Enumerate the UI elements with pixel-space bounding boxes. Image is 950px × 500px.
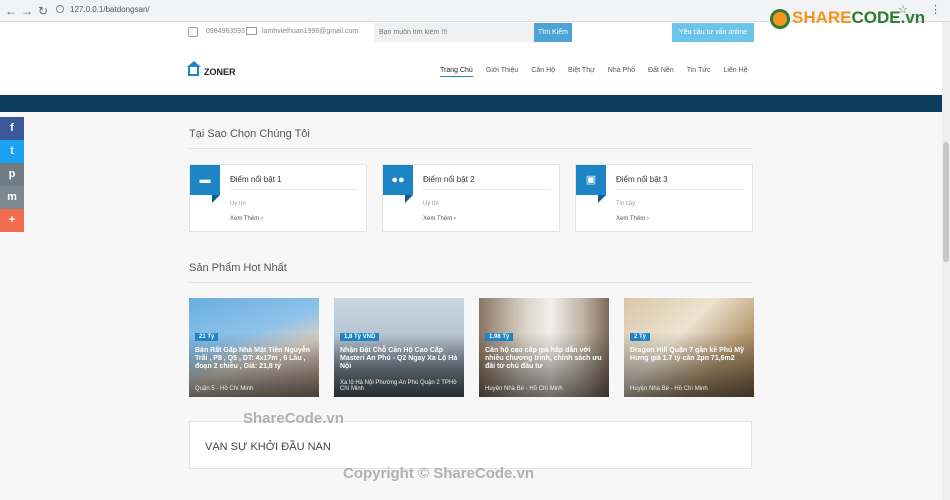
feature-description: Tin cậy	[616, 201, 636, 207]
product-title[interactable]: Bán Rất Gấp Nhà Mặt Tiền Nguyễn Trãi , P…	[195, 347, 315, 371]
menu-item-apartments[interactable]: Căn Hộ	[531, 67, 555, 77]
feature-more-link[interactable]: Xem Thêm ›	[616, 216, 649, 222]
chevron-right-icon: ›	[646, 216, 649, 222]
scrollbar-thumb[interactable]	[943, 142, 949, 262]
sharecode-logo-icon	[770, 9, 790, 29]
price-badge: 1.98 Tỷ	[485, 333, 514, 341]
feature-title: Điểm nổi bật 2	[423, 175, 475, 184]
feature-card: ▣ Điểm nổi bật 3 Tin cậy Xem Thêm ›	[575, 164, 753, 232]
money-icon: ▣	[576, 165, 606, 203]
product-title[interactable]: Căn hộ cao cấp giá hấp dẫn với nhiều chư…	[485, 347, 605, 371]
sharecode-watermark-logo: SHARECODE.vn	[792, 8, 925, 28]
page: 0984963593 lamhviethuan1996@gmail.com Tì…	[0, 22, 950, 500]
product-card[interactable]: 1.98 Tỷ Căn hộ cao cấp giá hấp dẫn với n…	[479, 298, 609, 397]
forward-icon[interactable]: →	[20, 4, 34, 18]
feature-more-link[interactable]: Xem Thêm ›	[423, 216, 456, 222]
divider	[189, 148, 752, 149]
main-menu: Trang Chủ Giới Thiệu Căn Hộ Biệt Thự Nhà…	[440, 67, 761, 77]
menu-item-home[interactable]: Trang Chủ	[440, 67, 473, 77]
feature-title: Điểm nổi bật 1	[230, 175, 282, 184]
product-card[interactable]: 2 Tỷ Dragon Hill Quận 7 gần kề Phú Mỹ Hư…	[624, 298, 754, 397]
chevron-right-icon: ›	[260, 216, 263, 222]
feature-more-label: Xem Thêm	[230, 216, 260, 222]
search-button[interactable]: Tìm Kiếm	[534, 23, 572, 42]
envelope-icon	[246, 27, 257, 35]
back-icon[interactable]: ←	[4, 4, 18, 18]
feature-description: Uy tín	[423, 201, 439, 207]
menu-item-contact[interactable]: Liên Hệ	[723, 67, 747, 77]
divider	[230, 189, 358, 190]
menu-item-villas[interactable]: Biệt Thự	[568, 67, 595, 77]
menu-item-news[interactable]: Tin Tức	[687, 67, 711, 77]
watermark-logo-part: CODE.vn	[851, 8, 926, 27]
menu-item-townhouses[interactable]: Nhà Phố	[608, 67, 635, 77]
watermark-logo-part: SHARE	[792, 8, 852, 27]
product-title[interactable]: Dragon Hill Quận 7 gần kề Phú Mỹ Hưng gi…	[630, 347, 750, 363]
feature-card: ▬ Điểm nổi bật 1 Uy tín Xem Thêm ›	[189, 164, 367, 232]
why-choose-title: Tại Sao Chọn Chúng Tôi	[189, 128, 310, 140]
address-bar[interactable]: 127.0.0.1/batdongsan/	[70, 5, 150, 14]
start-section: VẠN SỰ KHỞI ĐẦU NAN	[189, 421, 752, 469]
price-badge: 21 Tỷ	[195, 333, 219, 341]
reload-icon[interactable]: ↻	[36, 4, 50, 18]
sharecode-watermark: ShareCode.vn	[243, 410, 344, 427]
more-share-icon[interactable]: +	[0, 209, 24, 232]
copyright-watermark: Copyright © ShareCode.vn	[343, 465, 535, 482]
email-address: lamhviethuan1996@gmail.com	[262, 28, 359, 35]
facebook-share-icon[interactable]: f	[0, 117, 24, 140]
product-location: Quận 5 - Hồ Chí Minh	[195, 386, 254, 392]
feature-more-link[interactable]: Xem Thêm ›	[230, 216, 263, 222]
hero-band	[0, 95, 942, 112]
feature-card: ●● Điểm nổi bật 2 Uy tín Xem Thêm ›	[382, 164, 560, 232]
menu-item-about[interactable]: Giới Thiệu	[486, 67, 518, 77]
product-location: Xa lộ Hà Nội Phường An Phú Quận 2 TPHồ C…	[340, 380, 457, 392]
price-badge: 1,8 Tỷ VND	[340, 333, 380, 341]
menu-item-land[interactable]: Đất Nền	[648, 67, 674, 77]
home-icon-body	[188, 66, 199, 76]
product-card[interactable]: 1,8 Tỷ VND Nhận Đặt Chỗ Căn Hộ Cao Cấp M…	[334, 298, 464, 397]
product-card[interactable]: 21 Tỷ Bán Rất Gấp Nhà Mặt Tiền Nguyễn Tr…	[189, 298, 319, 397]
info-icon[interactable]	[56, 5, 64, 13]
product-location: Huyện Nhà Bè - Hồ Chí Minh	[630, 386, 708, 392]
users-icon: ●●	[383, 165, 413, 203]
feature-description: Uy tín	[230, 201, 246, 207]
consult-online-button[interactable]: Yêu cầu tư vấn online	[672, 23, 754, 42]
product-title[interactable]: Nhận Đặt Chỗ Căn Hộ Cao Cấp Masteri An P…	[340, 347, 460, 371]
browser-menu-icon[interactable]: ⋮	[930, 3, 941, 16]
mail-share-icon[interactable]: m	[0, 186, 24, 209]
folder-icon: ▬	[190, 165, 220, 203]
feature-more-label: Xem Thêm	[423, 216, 453, 222]
divider	[423, 189, 551, 190]
divider	[189, 282, 752, 283]
divider	[616, 189, 744, 190]
hot-products-title: Sản Phẩm Hot Nhất	[189, 262, 287, 274]
phone-icon	[188, 27, 198, 37]
search-input[interactable]	[374, 23, 534, 42]
site-logo[interactable]: ZONER	[204, 67, 236, 77]
print-icon[interactable]: p	[0, 163, 24, 186]
site-header: ZONER Trang Chủ Giới Thiệu Căn Hộ Biệt T…	[0, 54, 942, 94]
feature-title: Điểm nổi bật 3	[616, 175, 668, 184]
chevron-right-icon: ›	[453, 216, 456, 222]
page-scrollbar[interactable]	[942, 22, 950, 500]
feature-more-label: Xem Thêm	[616, 216, 646, 222]
product-location: Huyện Nhà Bè - Hồ Chí Minh	[485, 386, 563, 392]
price-badge: 2 Tỷ	[630, 333, 651, 341]
twitter-share-icon[interactable]: t	[0, 140, 24, 163]
start-section-title: VẠN SỰ KHỞI ĐẦU NAN	[205, 441, 331, 453]
phone-number: 0984963593	[206, 28, 245, 35]
